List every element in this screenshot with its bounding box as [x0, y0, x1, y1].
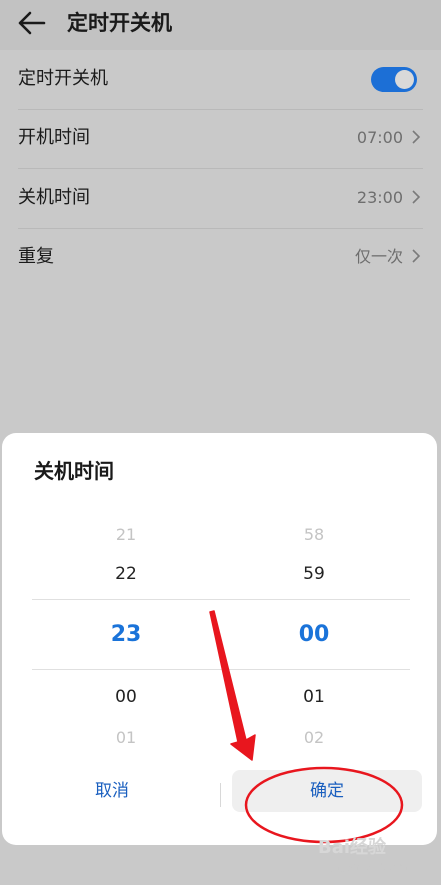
- chevron-right-icon: [412, 190, 421, 204]
- power-off-time-value: 23:00: [356, 188, 403, 207]
- watermark-url: jingyan.baidu.com: [330, 862, 411, 873]
- repeat-label: 重复: [18, 246, 54, 267]
- repeat-row[interactable]: 重复 仅一次: [18, 228, 423, 287]
- minute-option[interactable]: 01: [274, 685, 354, 709]
- picker-divider-top: [32, 599, 410, 600]
- settings-list: 定时开关机 开机时间 07:00 关机时间 23:00 重复 仅一次: [0, 50, 441, 430]
- minute-selected[interactable]: 00: [274, 620, 354, 650]
- power-on-time-row[interactable]: 开机时间 07:00: [18, 109, 423, 169]
- back-arrow-icon[interactable]: [16, 9, 48, 37]
- chevron-right-icon: [412, 130, 421, 144]
- button-divider: [220, 783, 221, 807]
- top-bar: 定时开关机: [0, 0, 441, 50]
- power-off-time-label: 关机时间: [18, 187, 90, 208]
- power-on-time-value: 07:00: [356, 128, 403, 147]
- time-picker-dialog: 关机时间 21 22 23 00 01 58 59 00 01 02 取消 确定: [2, 433, 437, 845]
- hour-option[interactable]: 01: [86, 726, 166, 750]
- minute-option[interactable]: 58: [274, 523, 354, 547]
- page-title: 定时开关机: [67, 11, 172, 35]
- schedule-toggle-row[interactable]: 定时开关机: [18, 50, 423, 110]
- power-on-time-label: 开机时间: [18, 127, 90, 148]
- schedule-toggle-label: 定时开关机: [18, 68, 108, 89]
- cancel-button[interactable]: 取消: [22, 770, 202, 812]
- minute-option[interactable]: 59: [274, 562, 354, 586]
- hour-option[interactable]: 00: [86, 685, 166, 709]
- hour-selected[interactable]: 23: [86, 620, 166, 650]
- toggle-knob: [395, 70, 414, 89]
- repeat-value: 仅一次: [354, 247, 403, 266]
- watermark-logo: Bai经验: [318, 837, 387, 858]
- confirm-button[interactable]: 确定: [232, 770, 422, 812]
- hour-option[interactable]: 22: [86, 562, 166, 586]
- minute-option[interactable]: 02: [274, 726, 354, 750]
- picker-divider-bottom: [32, 669, 410, 670]
- chevron-right-icon: [412, 249, 421, 263]
- schedule-toggle-switch[interactable]: [371, 67, 417, 92]
- power-off-time-row[interactable]: 关机时间 23:00: [18, 169, 423, 229]
- dialog-title: 关机时间: [34, 459, 114, 483]
- hour-option[interactable]: 21: [86, 523, 166, 547]
